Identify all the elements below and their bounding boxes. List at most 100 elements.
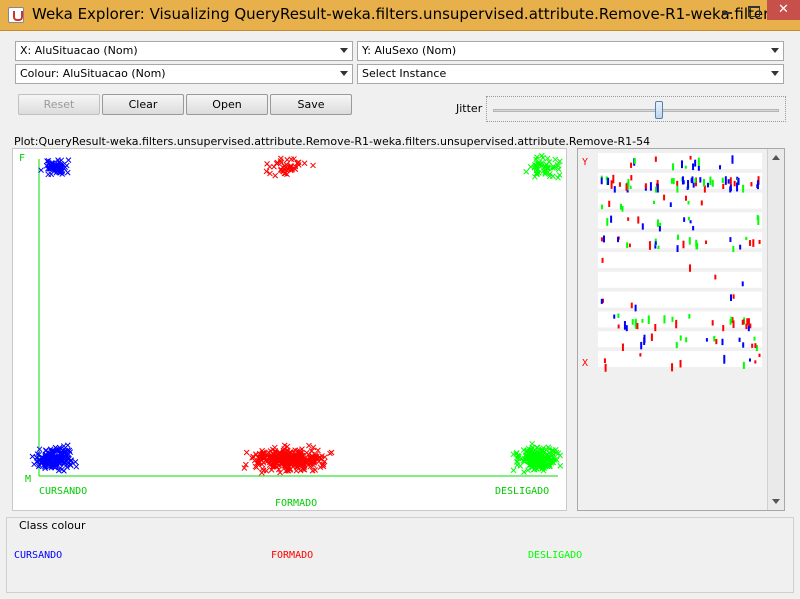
plot-point [48,171,55,178]
attribute-scrollbar[interactable] [767,149,784,510]
jitter-slider-thumb[interactable] [655,101,664,119]
attribute-point [663,194,666,201]
attribute-point [699,177,702,183]
x-axis-select-value: X: AluSituacao (Nom) [20,44,138,57]
attribute-point [676,234,679,240]
attribute-point [697,165,700,171]
y-tick-label-top: F [19,153,25,164]
reset-button[interactable]: Reset [18,94,100,115]
attribute-point [607,177,610,185]
maximize-button[interactable] [740,0,766,20]
scroll-down-icon[interactable] [772,499,780,504]
select-instance-select[interactable]: Select Instance [357,64,784,84]
attribute-point [681,176,684,185]
attribute-point [600,298,603,304]
class-formado[interactable]: FORMADO [271,550,313,561]
attribute-point [729,237,732,243]
attribute-point [711,179,714,187]
attribute-point [672,163,675,171]
attribute-point [636,322,639,330]
attribute-row[interactable] [598,232,762,249]
attribute-point [713,335,716,342]
class-desligado[interactable]: DESLIGADO [528,550,582,561]
attribute-row[interactable] [598,291,762,308]
attribute-point [663,315,666,324]
attribute-point [626,242,629,249]
open-button[interactable]: Open [186,94,268,115]
attribute-point [729,294,732,301]
attribute-point [703,178,706,187]
attribute-point [722,325,725,333]
attribute-point [737,177,740,185]
close-button[interactable]: ✕ [767,0,800,20]
attribute-row[interactable] [598,212,762,229]
attribute-point [682,240,685,249]
save-button[interactable]: Save [270,94,352,115]
minimize-button[interactable] [714,0,740,20]
plot-point [552,156,559,163]
attribute-point [697,157,700,166]
attribute-row[interactable] [598,153,762,169]
attribute-point [630,175,633,181]
plot-points [29,152,564,476]
attribute-point [680,160,683,169]
attribute-row[interactable] [598,271,762,288]
attribute-point [742,319,745,325]
chevron-down-icon [771,71,779,76]
attribute-point [752,239,755,247]
attribute-point [627,217,630,221]
attribute-point [671,316,674,322]
y-axis-select[interactable]: Y: AluSexo (Nom) [357,41,784,61]
x-tick-label-desligado: DESLIGADO [495,486,549,497]
colour-select-value: Colour: AluSituacao (Nom) [20,67,166,80]
attribute-point [692,182,695,188]
attribute-point [639,353,642,357]
plot-point [310,162,316,169]
attribute-point [658,225,661,232]
colour-select[interactable]: Colour: AluSituacao (Nom) [15,64,353,84]
attribute-point [754,343,757,349]
scroll-up-icon[interactable] [772,155,780,160]
attribute-point [688,314,691,319]
select-instance-value: Select Instance [362,67,447,80]
attribute-point [706,182,709,188]
x-attribute-marker: X [582,358,588,369]
plot-point [271,444,278,451]
jitter-label: Jitter [456,102,483,115]
jitter-slider[interactable] [486,96,786,122]
plot-point [64,169,71,176]
scatter-plot[interactable]: F M CURSANDO FORMADO DESLIGADO [13,149,566,510]
plot-point [243,449,250,456]
class-colour-panel: Class colour CURSANDO FORMADO DESLIGADO [6,517,794,593]
attribute-point [753,336,756,341]
attribute-point [621,206,624,212]
attribute-point [628,243,631,248]
class-colour-label: Class colour [17,519,88,532]
attribute-point [648,241,651,250]
attribute-point [640,341,643,350]
attribute-point [657,245,660,249]
attribute-point [679,335,682,341]
attribute-point [647,315,650,324]
attribute-row[interactable] [598,252,762,268]
attribute-point [654,241,657,245]
plot-point [272,172,279,179]
x-axis-select[interactable]: X: AluSituacao (Nom) [15,41,353,61]
attribute-point [715,338,718,345]
attribute-row[interactable] [598,311,762,328]
attribute-panel[interactable]: Y X [577,148,785,511]
attribute-bars[interactable]: Y X [578,149,768,510]
attribute-point [724,176,727,185]
plot-point [72,459,79,465]
attribute-point [631,319,634,325]
scatter-plot-panel[interactable]: F M CURSANDO FORMADO DESLIGADO [12,148,567,511]
attribute-point [705,240,708,245]
attribute-point [676,185,679,194]
attribute-point [612,174,615,184]
attribute-point [603,235,606,243]
attribute-point [643,334,646,344]
clear-button[interactable]: Clear [102,94,184,115]
attribute-point [714,274,717,280]
attribute-point [723,354,726,364]
class-cursando[interactable]: CURSANDO [14,550,62,561]
